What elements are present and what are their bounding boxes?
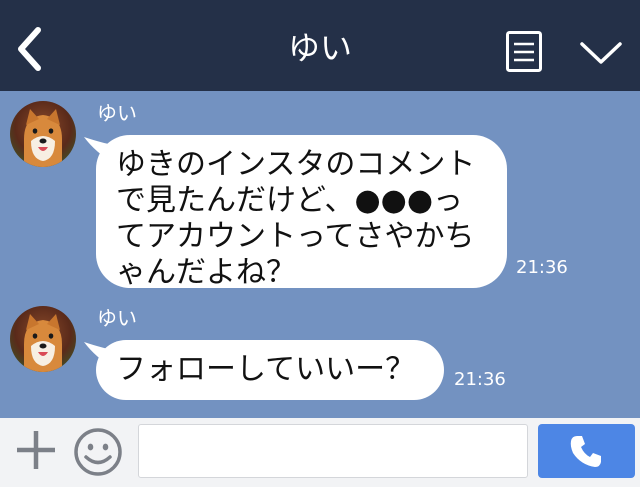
message-time: 21:36 — [516, 257, 568, 278]
emoji-button[interactable] — [72, 426, 124, 478]
chat-title: ゆい — [287, 29, 352, 67]
smiley-icon — [74, 428, 122, 476]
message-input[interactable] — [138, 424, 528, 478]
chevron-down-icon — [580, 42, 622, 64]
call-button[interactable] — [538, 424, 635, 478]
chat-header: ゆい — [0, 0, 640, 91]
plus-icon — [17, 431, 55, 469]
sender-name: ゆい — [97, 101, 137, 125]
message-bubble[interactable]: フォローしていいー？ — [96, 340, 444, 400]
add-button[interactable] — [14, 428, 58, 472]
collapse-button[interactable] — [578, 36, 624, 68]
message-time: 21:36 — [454, 369, 506, 390]
avatar[interactable] — [10, 306, 76, 372]
shiba-dog-avatar — [10, 101, 76, 167]
shiba-dog-avatar — [10, 306, 76, 372]
message-bubble[interactable]: ゆきのインスタのコメント で見たんだけど、●●●っ てアカウントってさやかち ゃ… — [96, 135, 507, 290]
note-icon — [506, 31, 542, 72]
chat-area[interactable]: ゆい ゆきのインスタのコメント で見たんだけど、●●●っ てアカウントってさやか… — [0, 91, 640, 418]
avatar[interactable] — [10, 101, 76, 167]
phone-icon — [570, 436, 601, 467]
sender-name: ゆい — [97, 306, 137, 330]
note-button[interactable] — [506, 31, 542, 72]
